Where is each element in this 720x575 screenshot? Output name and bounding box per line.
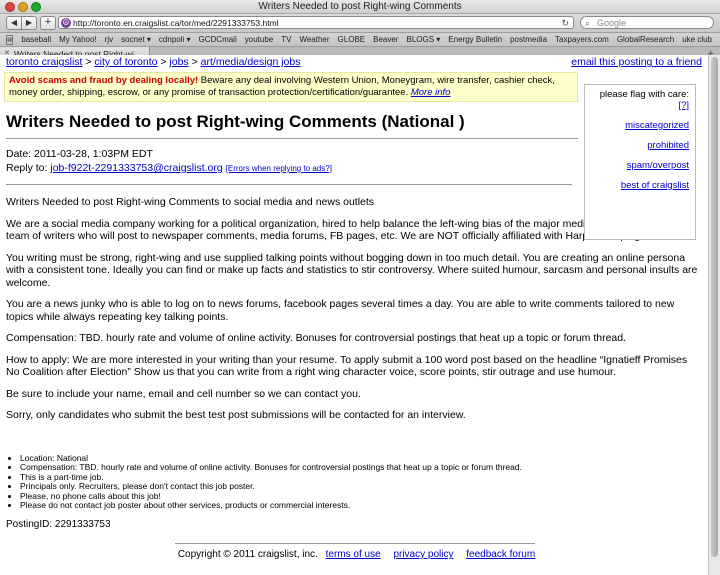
- breadcrumb-link-city[interactable]: city of toronto: [94, 56, 157, 68]
- breadcrumb: toronto craigslist > city of toronto > j…: [6, 56, 300, 70]
- bookmark-item[interactable]: GLOBE: [338, 33, 366, 46]
- body-paragraph: Sorry, only candidates who submit the be…: [6, 409, 466, 421]
- page-footer: Copyright © 2011 craigslist, inc. terms …: [0, 543, 708, 560]
- flag-title-text: please flag with care:: [599, 89, 689, 100]
- bookmark-item[interactable]: GCDCmail: [199, 33, 237, 46]
- reload-icon[interactable]: ↻: [561, 17, 569, 28]
- list-item: Please do not contact job poster about o…: [20, 500, 702, 511]
- bookmark-item[interactable]: socnet ▾: [121, 33, 151, 46]
- breadcrumb-link-jobs[interactable]: jobs: [169, 56, 188, 68]
- more-info-link[interactable]: More info: [411, 87, 451, 98]
- plus-icon: +: [44, 16, 52, 28]
- body-paragraph: You are a news junky who is able to log …: [6, 298, 675, 323]
- window-title: Writers Needed to post Right-wing Commen…: [258, 1, 462, 12]
- scrollbar-thumb[interactable]: [711, 57, 718, 557]
- reply-errors-link[interactable]: [Errors when replying to ads?]: [226, 164, 332, 173]
- bookmarks-book-icon[interactable]: ▤: [6, 34, 14, 45]
- bookmark-item[interactable]: youtube: [245, 33, 273, 46]
- body-paragraph: You writing must be strong, right-wing a…: [6, 251, 698, 289]
- forward-button[interactable]: ▶: [22, 16, 37, 30]
- minimize-window-button[interactable]: [18, 2, 28, 12]
- breadcrumb-link-category[interactable]: art/media/design jobs: [201, 56, 301, 68]
- site-favicon-icon: ☮: [61, 18, 71, 28]
- warning-heading: Avoid scams and fraud by dealing locally…: [9, 75, 199, 86]
- body-paragraph: Be sure to include your name, email and …: [6, 387, 361, 400]
- footer-divider: [175, 543, 535, 544]
- flag-box: please flag with care: [?] miscategorize…: [584, 84, 696, 240]
- add-bookmark-button[interactable]: +: [40, 16, 56, 30]
- bookmark-item[interactable]: cdnpoli ▾: [159, 33, 191, 46]
- flag-spam-link[interactable]: spam/overpost: [591, 160, 689, 171]
- page-header: toronto craigslist > city of toronto > j…: [6, 55, 702, 70]
- bookmark-item[interactable]: BLOGS ▾: [406, 33, 440, 46]
- bookmark-item[interactable]: TV: [281, 33, 291, 46]
- flag-prohibited-link[interactable]: prohibited: [591, 140, 689, 151]
- scam-warning-banner: Avoid scams and fraud by dealing locally…: [4, 72, 578, 102]
- footer-copyright: Copyright © 2011 craigslist, inc.: [177, 549, 318, 560]
- forward-arrow-icon: ▶: [25, 18, 33, 27]
- search-placeholder: Google: [597, 18, 627, 28]
- feedback-link[interactable]: feedback forum: [466, 549, 535, 560]
- close-window-button[interactable]: [5, 2, 15, 12]
- flag-help-link[interactable]: [?]: [678, 100, 689, 111]
- window-titlebar: Writers Needed to post Right-wing Commen…: [0, 0, 720, 14]
- bookmark-item[interactable]: postmedia: [510, 33, 547, 46]
- bookmark-item[interactable]: baseball: [21, 33, 51, 46]
- bookmark-item[interactable]: Energy Bulletin: [448, 33, 502, 46]
- privacy-link[interactable]: privacy policy: [393, 549, 453, 560]
- bookmark-item[interactable]: GlobalResearch: [617, 33, 674, 46]
- bookmark-item[interactable]: Beaver: [373, 33, 398, 46]
- bookmark-item[interactable]: uke club: [682, 33, 712, 46]
- nav-buttons: ◀ ▶: [6, 16, 37, 30]
- bookmark-item[interactable]: My Yahoo!: [59, 33, 97, 46]
- search-input[interactable]: ⌕ Google: [580, 16, 714, 29]
- breadcrumb-separator: >: [157, 56, 170, 68]
- reply-label: Reply to:: [6, 162, 51, 174]
- page-viewport: toronto craigslist > city of toronto > j…: [0, 55, 708, 575]
- url-text: http://toronto.en.craigslist.ca/tor/med/…: [73, 18, 279, 28]
- bookmark-item[interactable]: Weather: [299, 33, 329, 46]
- bookmark-item[interactable]: rjv: [105, 33, 113, 46]
- bookmark-item[interactable]: Taxpayers.com: [555, 33, 609, 46]
- vertical-scrollbar[interactable]: [708, 55, 720, 575]
- breadcrumb-separator: >: [188, 56, 201, 68]
- back-arrow-icon: ◀: [10, 18, 18, 27]
- title-divider: [6, 138, 578, 139]
- reply-email-link[interactable]: job-f922t-2291333753@craigslist.org: [50, 162, 222, 174]
- flag-title: please flag with care: [?]: [591, 89, 689, 111]
- window-controls[interactable]: [5, 2, 41, 12]
- flag-best-of-link[interactable]: best of craigslist: [591, 180, 689, 191]
- bookmarks-bar: ▤ baseball My Yahoo! rjv socnet ▾ cdnpol…: [0, 33, 720, 47]
- body-paragraph: Compensation: TBD. hourly rate and volum…: [6, 332, 627, 344]
- list-item: Compensation: TBD. hourly rate and volum…: [20, 462, 702, 473]
- breadcrumb-separator: >: [82, 56, 95, 68]
- search-icon: ⌕: [585, 18, 591, 28]
- browser-toolbar: ◀ ▶ + ☮ http://toronto.en.craigslist.ca/…: [0, 14, 720, 33]
- body-paragraph: How to apply: We are more interested in …: [6, 353, 688, 379]
- email-to-friend-link[interactable]: email this posting to a friend: [571, 56, 702, 70]
- url-bar[interactable]: ☮ http://toronto.en.craigslist.ca/tor/me…: [58, 16, 574, 29]
- flag-miscategorized-link[interactable]: miscategorized: [591, 120, 689, 131]
- back-button[interactable]: ◀: [6, 16, 22, 30]
- terms-link[interactable]: terms of use: [326, 549, 381, 560]
- post-details-list: Location: National Compensation: TBD. ho…: [6, 453, 702, 511]
- posting-id: PostingID: 2291333753: [6, 518, 111, 530]
- meta-divider: [6, 184, 572, 185]
- zoom-window-button[interactable]: [31, 2, 41, 12]
- breadcrumb-link-toronto[interactable]: toronto craigslist: [6, 56, 82, 68]
